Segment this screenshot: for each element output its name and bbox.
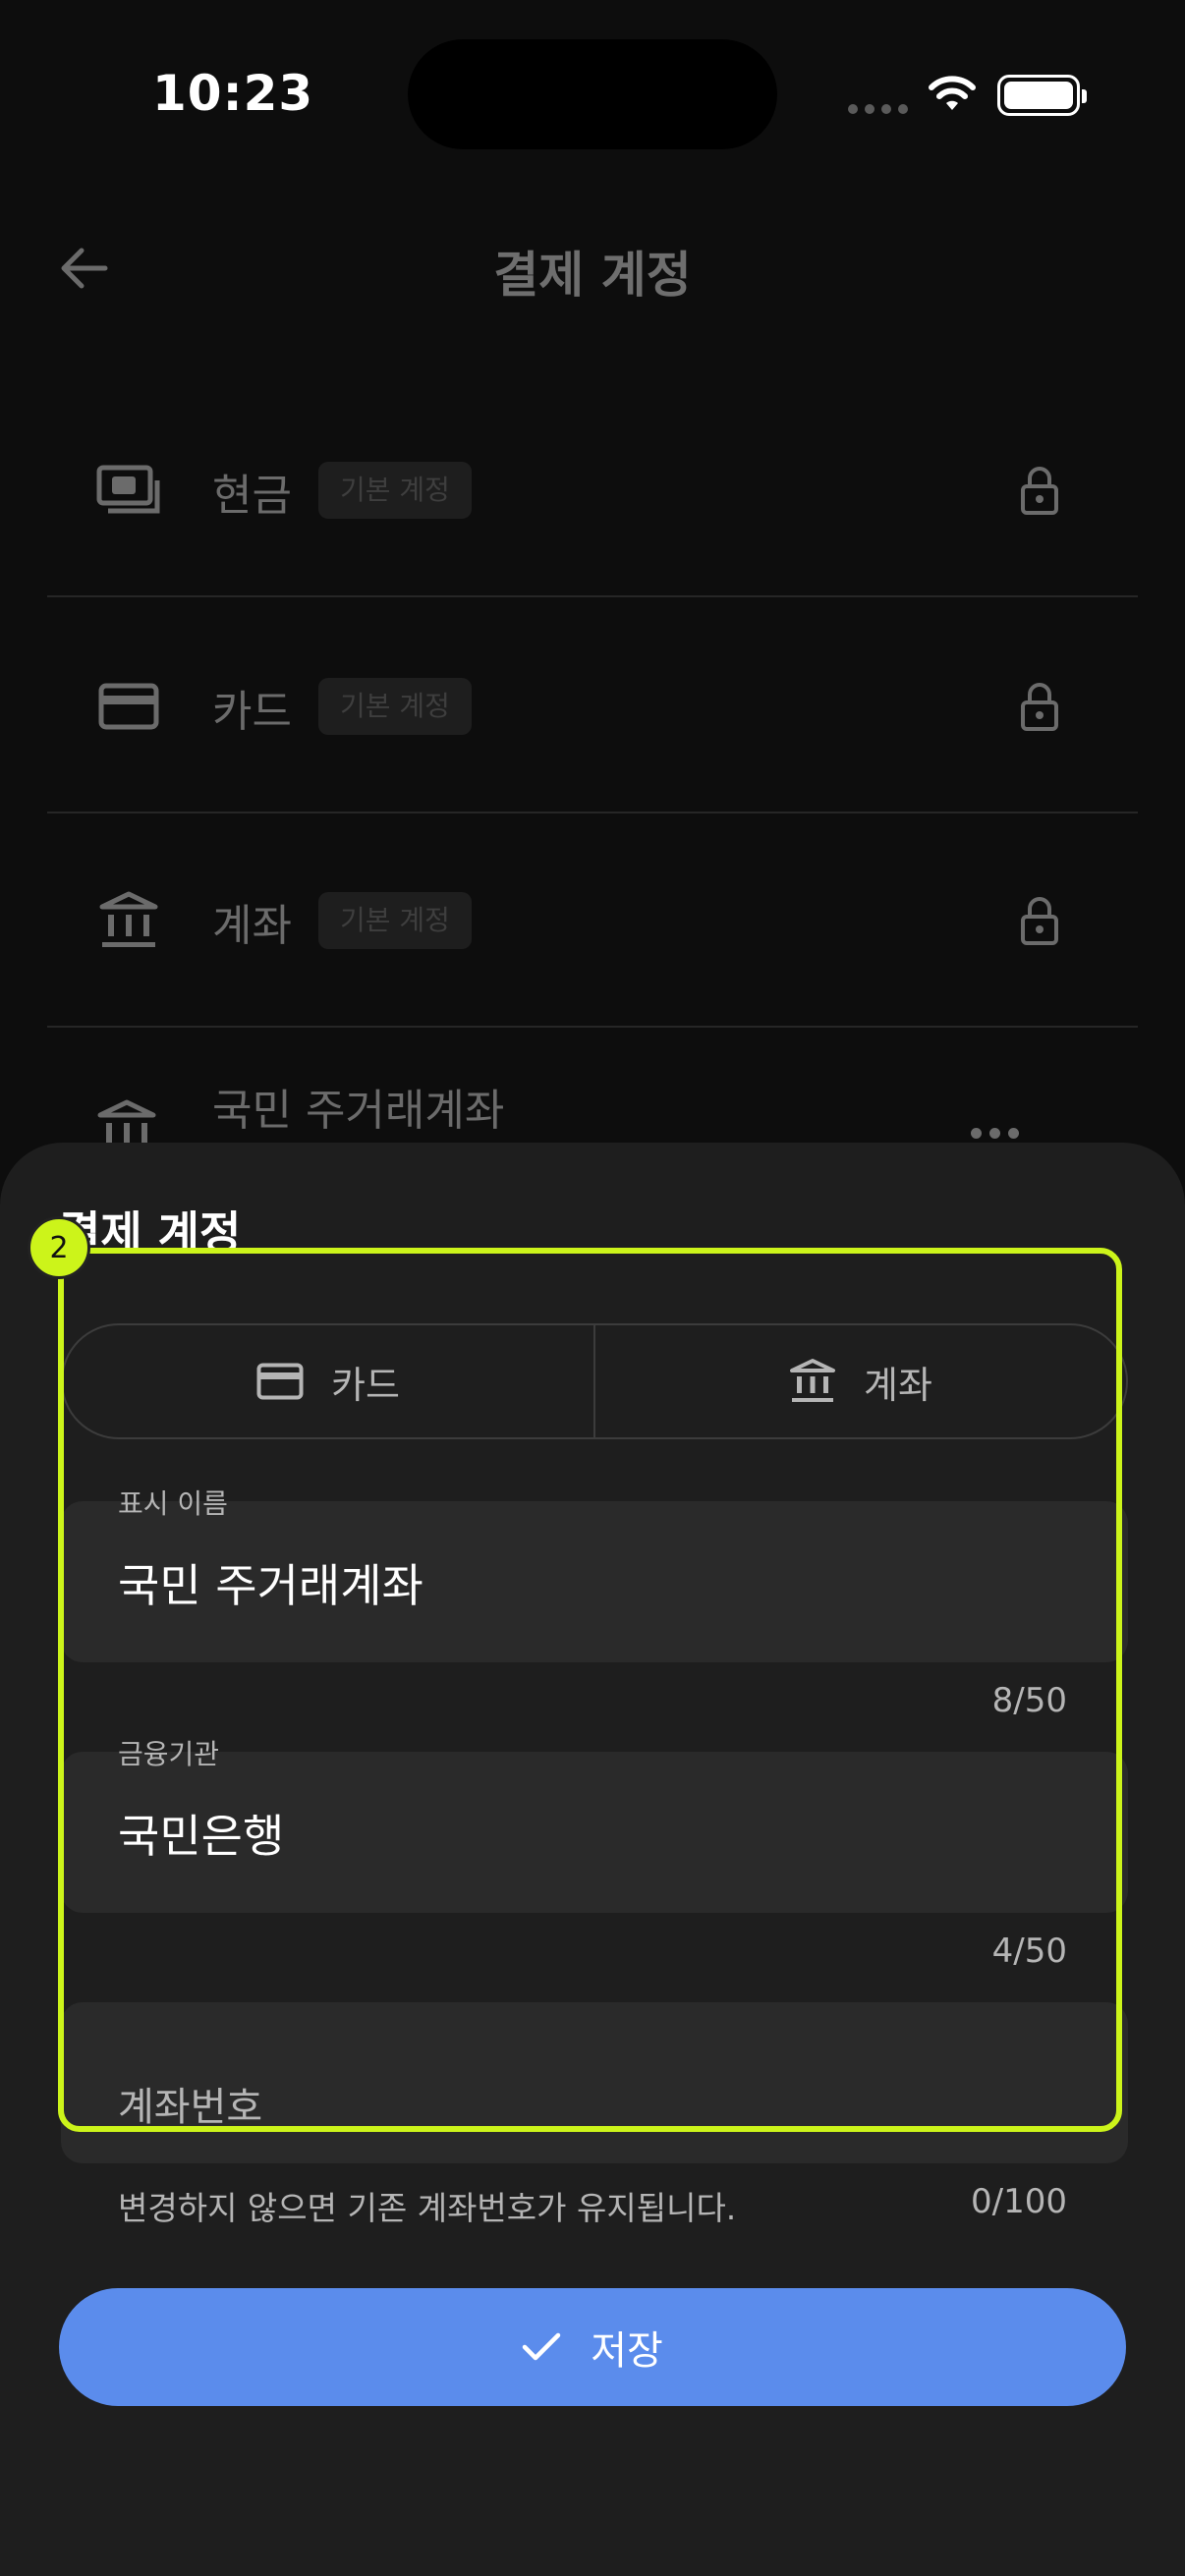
status-time: 10:23	[152, 65, 314, 122]
save-button-label: 저장	[591, 2328, 663, 2374]
wifi-icon	[929, 76, 976, 110]
default-badge: 기본 계정	[318, 462, 472, 519]
cellular-signal-icon	[848, 104, 908, 114]
page-title: 결제 계정	[493, 247, 692, 304]
account-label: 카드	[212, 687, 292, 737]
more-options-button[interactable]	[971, 1128, 1019, 1139]
account-number-helper: 변경하지 않으면 기존 계좌번호가 유지됩니다.	[118, 2189, 737, 2227]
annotation-marker: 2	[28, 1216, 90, 1279]
account-number-counter: 0/100	[971, 2182, 1067, 2221]
account-label-custom[interactable]: 국민 주거래계좌	[212, 1075, 504, 1138]
default-badge: 기본 계정	[318, 892, 472, 949]
battery-icon	[997, 75, 1087, 116]
bank-icon	[96, 888, 161, 953]
status-bar: 10:23	[0, 0, 1185, 196]
account-row-card[interactable]: 카드 기본 계정	[47, 599, 1138, 813]
dynamic-island	[408, 39, 777, 149]
lock-icon	[1010, 674, 1069, 739]
card-icon	[96, 674, 161, 739]
account-row-bank[interactable]: 계좌 기본 계정	[47, 813, 1138, 1028]
account-label: 현금	[212, 471, 292, 521]
annotation-highlight	[58, 1248, 1122, 2132]
default-badge: 기본 계정	[318, 678, 472, 735]
save-button[interactable]: 저장	[59, 2288, 1126, 2406]
account-label: 계좌	[212, 901, 292, 951]
cash-icon	[96, 458, 161, 523]
account-row-cash[interactable]: 현금 기본 계정	[47, 383, 1138, 597]
lock-icon	[1010, 458, 1069, 523]
lock-icon	[1010, 888, 1069, 953]
check-icon	[522, 2332, 561, 2361]
top-app-bar: 결제 계정	[0, 206, 1185, 324]
